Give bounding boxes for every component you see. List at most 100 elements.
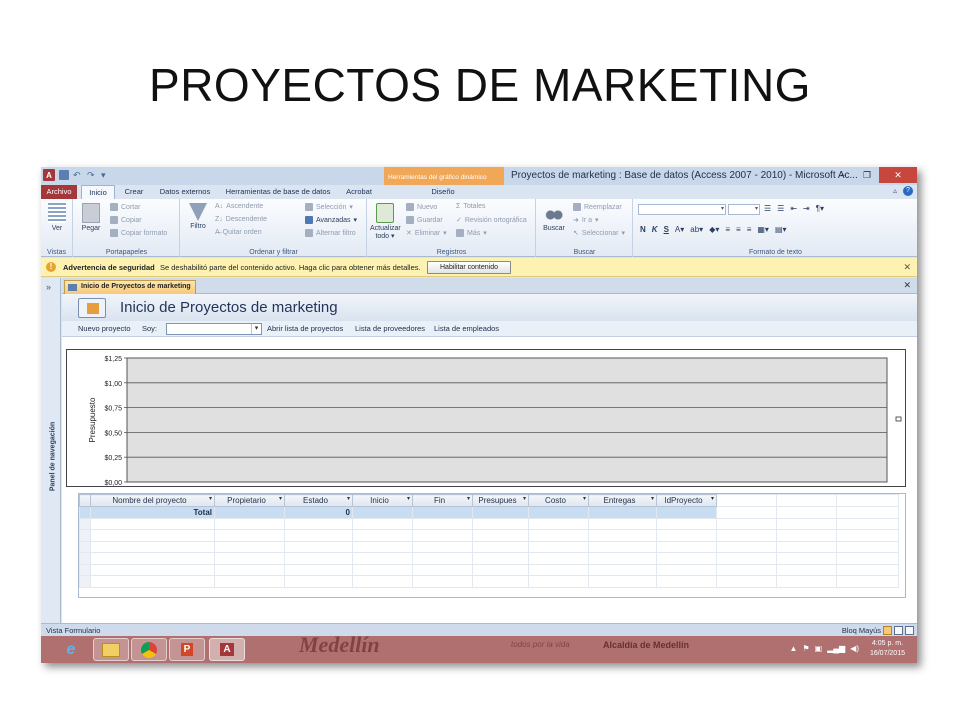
table-row[interactable] bbox=[79, 563, 899, 576]
paragraph-direction-icon[interactable]: ¶▾ bbox=[816, 204, 824, 213]
decrease-indent-icon[interactable]: ⇤ bbox=[790, 204, 797, 213]
table-cell[interactable] bbox=[656, 529, 717, 542]
design-view-icon[interactable] bbox=[905, 626, 914, 635]
pegar-button[interactable]: Pegar bbox=[76, 203, 106, 233]
abrir-lista-proyectos-link[interactable]: Abrir lista de proyectos bbox=[267, 324, 343, 333]
filter-dropdown-icon[interactable]: ▾ bbox=[523, 495, 526, 502]
table-cell[interactable] bbox=[90, 517, 215, 530]
filter-dropdown-icon[interactable]: ▾ bbox=[651, 495, 654, 502]
totales-button[interactable]: Σ Totales bbox=[456, 203, 486, 210]
layout-view-icon[interactable] bbox=[894, 626, 903, 635]
tab-inicio[interactable]: Inicio bbox=[81, 185, 115, 199]
column-header[interactable]: Entregas ▾ bbox=[588, 494, 657, 507]
tab-acrobat[interactable]: Acrobat bbox=[339, 185, 379, 199]
font-name-combo[interactable]: ▾ bbox=[638, 204, 726, 215]
table-cell[interactable] bbox=[412, 552, 473, 565]
row-selector-header[interactable] bbox=[79, 494, 91, 507]
align-center-icon[interactable]: ≡ bbox=[736, 225, 741, 234]
copiar-button[interactable]: Copiar bbox=[110, 216, 142, 224]
table-cell[interactable] bbox=[214, 529, 285, 542]
row-selector[interactable] bbox=[79, 540, 91, 553]
align-left-icon[interactable]: ≡ bbox=[725, 225, 730, 234]
table-cell[interactable] bbox=[214, 575, 285, 588]
table-cell[interactable] bbox=[90, 540, 215, 553]
column-header[interactable]: Presupues ▾ bbox=[472, 494, 529, 507]
table-cell[interactable] bbox=[284, 517, 353, 530]
customize-qat-icon[interactable]: ▾ bbox=[101, 170, 111, 180]
volume-icon[interactable]: ◀) bbox=[850, 644, 859, 653]
table-row[interactable] bbox=[79, 575, 899, 588]
table-cell[interactable] bbox=[528, 506, 589, 519]
list-bullets-icon[interactable]: ☰ bbox=[764, 204, 771, 213]
table-cell[interactable] bbox=[284, 575, 353, 588]
habilitar-contenido-button[interactable]: Habilitar contenido bbox=[427, 261, 511, 274]
table-cell[interactable] bbox=[90, 563, 215, 576]
table-cell[interactable] bbox=[214, 506, 285, 519]
table-row[interactable] bbox=[79, 552, 899, 565]
security-warning-message[interactable]: Se deshabilitó parte del contenido activ… bbox=[160, 263, 421, 272]
minimize-ribbon-icon[interactable]: ▵ bbox=[893, 186, 897, 196]
ie-taskbar-button[interactable]: e bbox=[53, 638, 89, 661]
filter-dropdown-icon[interactable]: ▾ bbox=[711, 495, 714, 502]
chrome-taskbar-button[interactable] bbox=[131, 638, 167, 661]
table-cell[interactable] bbox=[472, 575, 529, 588]
powerpoint-taskbar-button[interactable]: P bbox=[169, 638, 205, 661]
table-cell[interactable] bbox=[352, 552, 413, 565]
increase-indent-icon[interactable]: ⇥ bbox=[803, 204, 810, 213]
close-button[interactable]: ✕ bbox=[879, 167, 917, 183]
table-cell[interactable] bbox=[528, 575, 589, 588]
ver-button[interactable]: Ver bbox=[42, 203, 72, 233]
row-selector[interactable] bbox=[79, 506, 91, 519]
table-cell[interactable] bbox=[528, 517, 589, 530]
column-header[interactable]: Costo ▾ bbox=[528, 494, 589, 507]
mas-button[interactable]: Más ▾ bbox=[456, 229, 487, 237]
maximize-button[interactable]: ❐ bbox=[855, 167, 879, 183]
fill-color-icon[interactable]: ◆▾ bbox=[709, 225, 719, 234]
filter-dropdown-icon[interactable]: ▾ bbox=[209, 495, 212, 502]
buscar-button[interactable]: Buscar bbox=[539, 203, 569, 233]
row-selector[interactable] bbox=[79, 552, 91, 565]
reemplazar-button[interactable]: Reemplazar bbox=[573, 203, 622, 211]
quitar-orden-button[interactable]: A̶ Quitar orden bbox=[215, 229, 262, 236]
total-row[interactable]: Total 0 bbox=[79, 506, 899, 519]
projects-datagrid[interactable]: Nombre del proyecto ▾ Propietario ▾ Estado ▾ I… bbox=[78, 493, 906, 598]
align-right-icon[interactable]: ≡ bbox=[747, 225, 752, 234]
seleccion-button[interactable]: Selección ▾ bbox=[305, 203, 353, 211]
table-cell[interactable] bbox=[90, 529, 215, 542]
table-cell[interactable] bbox=[214, 552, 285, 565]
table-cell[interactable] bbox=[588, 506, 657, 519]
row-selector[interactable] bbox=[79, 517, 91, 530]
column-header[interactable]: Inicio ▾ bbox=[352, 494, 413, 507]
access-app-icon[interactable]: A bbox=[43, 169, 55, 181]
redo-icon[interactable]: ↷ bbox=[87, 170, 97, 180]
pivot-chart[interactable]: $1,25 $1,00 $0,75 $0,50 $0,25 $0,00 Presupuest… bbox=[66, 349, 906, 487]
taskbar-clock[interactable]: 4:05 p. m. 16/07/2015 bbox=[870, 639, 905, 659]
cortar-button[interactable]: Cortar bbox=[110, 203, 140, 211]
table-cell[interactable] bbox=[472, 529, 529, 542]
nuevo-proyecto-link[interactable]: Nuevo proyecto bbox=[78, 324, 131, 333]
row-selector[interactable] bbox=[79, 575, 91, 588]
row-selector[interactable] bbox=[79, 529, 91, 542]
tab-diseno[interactable]: Diseño bbox=[421, 185, 465, 199]
filter-dropdown-icon[interactable]: ▾ bbox=[407, 495, 410, 502]
form-view-icon[interactable] bbox=[883, 626, 892, 635]
table-cell[interactable] bbox=[412, 529, 473, 542]
column-header[interactable]: Estado ▾ bbox=[284, 494, 353, 507]
alternate-row-color-icon[interactable]: ▤▾ bbox=[775, 225, 787, 234]
column-header[interactable]: IdProyecto ▾ bbox=[656, 494, 717, 507]
table-cell[interactable] bbox=[412, 517, 473, 530]
tab-datos-externos[interactable]: Datos externos bbox=[153, 185, 217, 199]
lista-empleados-link[interactable]: Lista de empleados bbox=[434, 324, 499, 333]
table-cell[interactable] bbox=[352, 540, 413, 553]
explorer-taskbar-button[interactable] bbox=[93, 638, 129, 661]
table-cell[interactable] bbox=[284, 552, 353, 565]
gridlines-icon[interactable]: ▦▾ bbox=[757, 225, 769, 234]
table-cell[interactable] bbox=[588, 575, 657, 588]
table-cell[interactable] bbox=[214, 563, 285, 576]
filter-dropdown-icon[interactable]: ▾ bbox=[467, 495, 470, 502]
highlight-icon[interactable]: ab▾ bbox=[690, 225, 703, 234]
column-header[interactable]: Fin ▾ bbox=[412, 494, 473, 507]
nuevo-button[interactable]: Nuevo bbox=[406, 203, 437, 211]
table-cell[interactable] bbox=[352, 575, 413, 588]
filter-dropdown-icon[interactable]: ▾ bbox=[583, 495, 586, 502]
